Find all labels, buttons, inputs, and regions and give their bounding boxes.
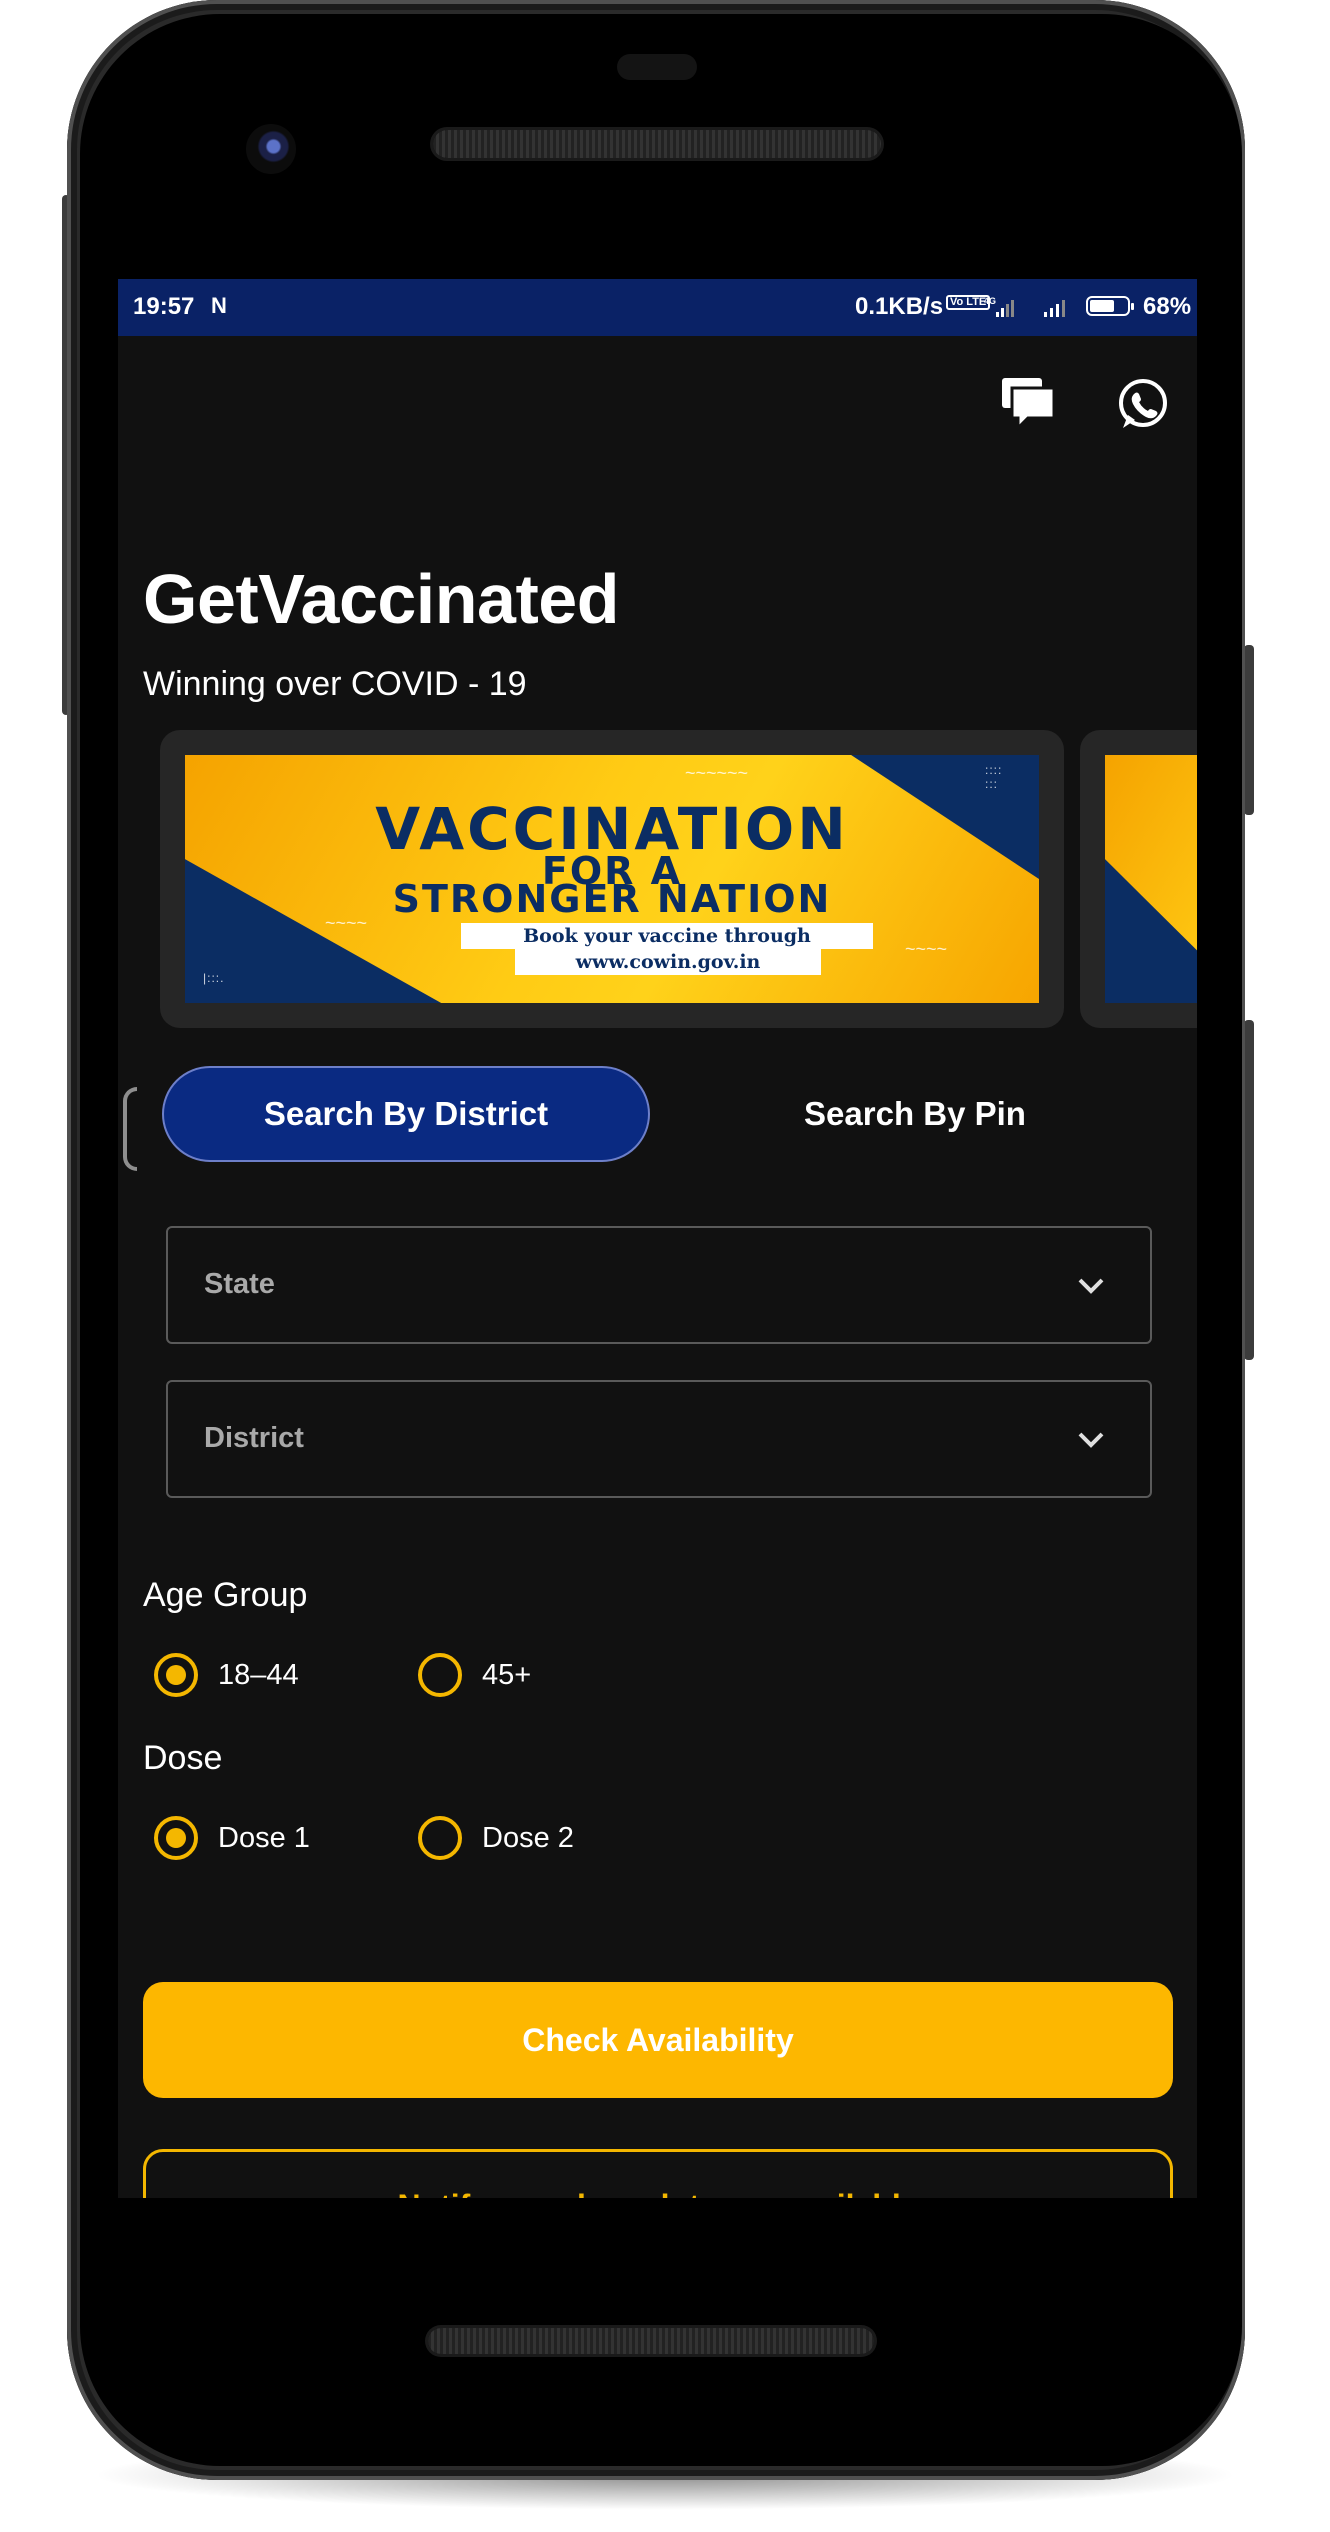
dose-option-label: Dose 2 (482, 1821, 574, 1854)
chevron-down-icon (1078, 1432, 1104, 1448)
state-placeholder: State (204, 1268, 275, 1300)
edge-swipe-handle[interactable] (123, 1087, 137, 1171)
dose-option-1[interactable]: Dose 1 (154, 1810, 310, 1866)
age-option-label: 45+ (482, 1658, 532, 1691)
district-placeholder: District (204, 1422, 304, 1454)
dose-option-2[interactable]: Dose 2 (418, 1810, 574, 1866)
age-option-18-44[interactable]: 18–44 (154, 1647, 299, 1703)
banner-carousel[interactable]: ~~~~~~ ~~~~ ~~~~ ::::::: |:::. VACCINATI… (160, 730, 1197, 1028)
app-title: GetVaccinated (143, 560, 619, 638)
bottom-speaker (428, 2328, 874, 2354)
proximity-sensor (617, 54, 697, 80)
app-screen: 19:57 N 0.1KB/s Vo LTE 4G 68% GetVaccina… (118, 279, 1197, 2198)
banner-card[interactable]: ~~~~~~ ~~~~ ~~~~ ::::::: |:::. VACCINATI… (160, 730, 1064, 1028)
notification-icon: N (211, 293, 227, 318)
front-camera (246, 124, 296, 174)
radio-selected[interactable] (154, 1653, 198, 1697)
whatsapp-icon[interactable] (1108, 369, 1178, 439)
banner-subline-2: STRONGER NATION (392, 877, 832, 921)
age-option-label: 18–44 (218, 1658, 299, 1691)
radio-unselected[interactable] (418, 1653, 462, 1697)
earpiece-speaker (433, 130, 881, 158)
age-group-label: Age Group (143, 1576, 308, 1614)
network-type: 4G (984, 296, 996, 306)
banner-card-next[interactable] (1080, 730, 1197, 1028)
chat-icon[interactable] (993, 369, 1063, 439)
age-option-45-plus[interactable]: 45+ (418, 1647, 531, 1703)
app-subtitle: Winning over COVID - 19 (143, 665, 527, 703)
wave-decoration: ~~~~~~ (685, 763, 749, 783)
volume-button (1244, 645, 1254, 815)
radio-unselected[interactable] (418, 1816, 462, 1860)
signal-4g-icon: 4G (984, 296, 1014, 317)
banner-booking-text: Book your vaccine through (461, 923, 873, 949)
search-mode-tabs: Search By District Search By Pin (162, 1066, 1192, 1162)
banner-url: www.cowin.gov.in (515, 949, 821, 975)
radio-selected[interactable] (154, 1816, 198, 1860)
dots-decoration: ::::::: (985, 763, 1003, 791)
tab-search-by-pin[interactable]: Search By Pin (650, 1066, 1180, 1162)
status-bar: 19:57 N 0.1KB/s Vo LTE 4G 68% (118, 279, 1197, 336)
dots-decoration: |:::. (203, 971, 225, 985)
vaccination-banner-next (1105, 755, 1197, 1003)
notify-button[interactable]: Notify me when slots are available (143, 2149, 1173, 2198)
net-speed: 0.1KB/s (855, 293, 944, 320)
status-time: 19:57 (133, 293, 195, 320)
state-dropdown[interactable]: State (166, 1226, 1152, 1344)
signal-icon (1044, 300, 1065, 317)
dose-label: Dose (143, 1739, 223, 1777)
district-dropdown[interactable]: District (166, 1380, 1152, 1498)
battery-icon (1086, 296, 1134, 316)
dose-option-label: Dose 1 (218, 1821, 310, 1854)
power-button (1244, 1020, 1254, 1360)
chevron-down-icon (1078, 1278, 1104, 1294)
vaccination-banner: ~~~~~~ ~~~~ ~~~~ ::::::: |:::. VACCINATI… (185, 755, 1039, 1003)
tab-search-by-district[interactable]: Search By District (162, 1066, 650, 1162)
check-availability-button[interactable]: Check Availability (143, 1982, 1173, 2098)
wave-decoration: ~~~~ (905, 939, 948, 959)
battery-percent: 68% (1143, 293, 1192, 320)
